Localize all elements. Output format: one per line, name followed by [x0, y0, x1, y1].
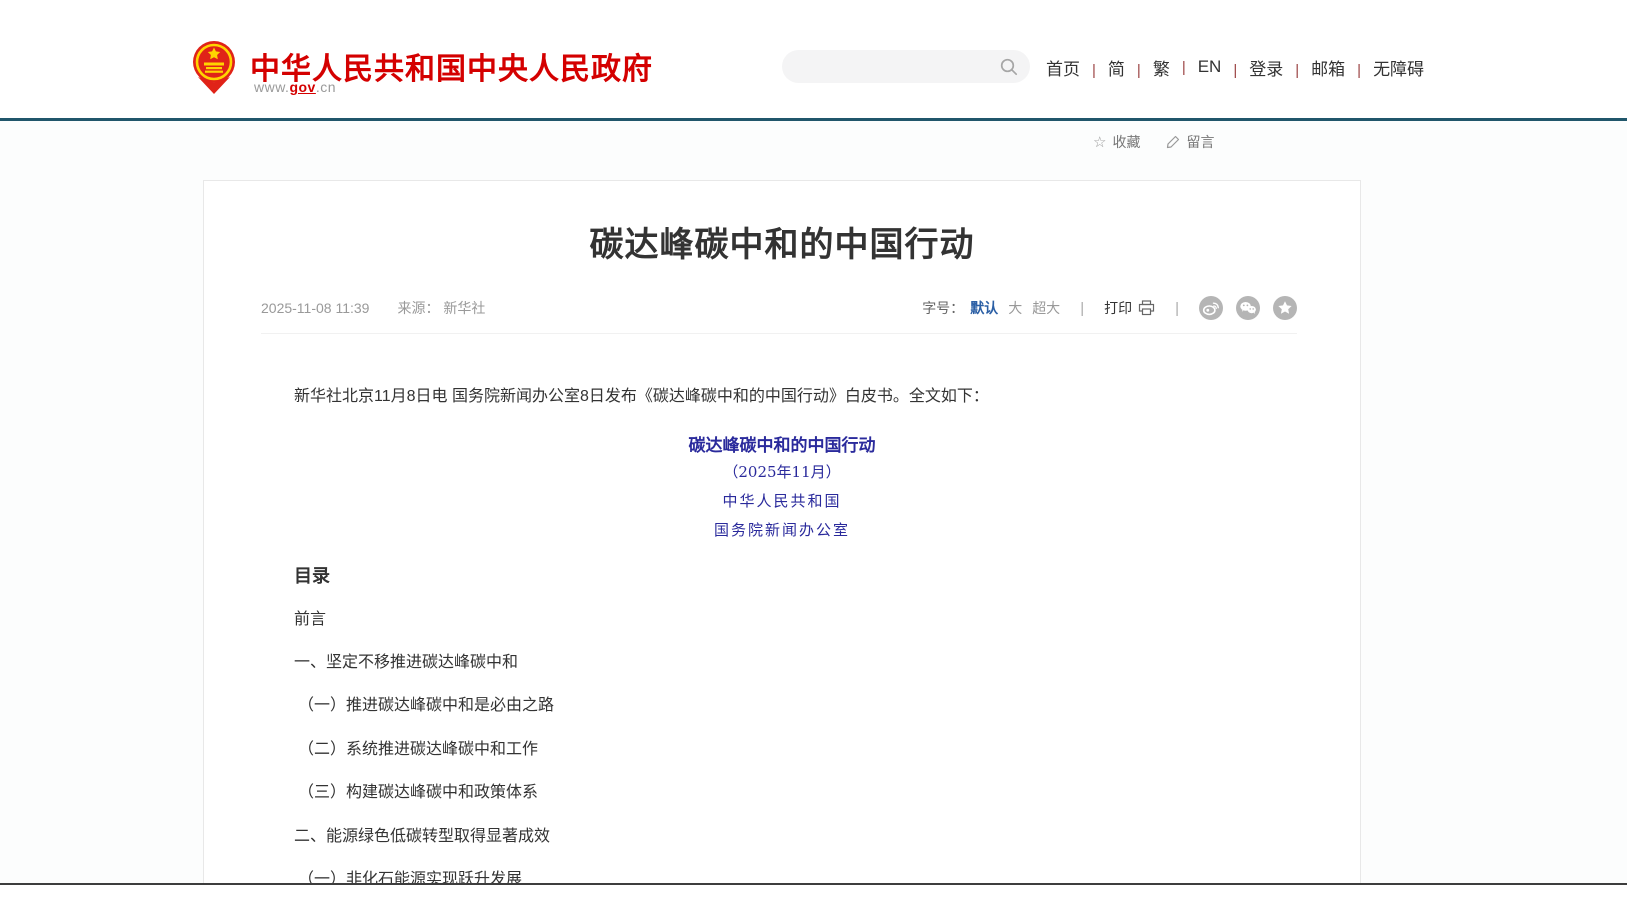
toc-item: 前言 [294, 605, 326, 629]
comment-button[interactable]: 留言 [1166, 132, 1214, 152]
share-buttons [1199, 296, 1297, 320]
nav-traditional[interactable]: 繁 [1125, 55, 1170, 80]
nav-login[interactable]: 登录 [1221, 55, 1283, 80]
source-label: 来源： [397, 300, 439, 316]
font-size-xlarge-button[interactable]: 超大 [1032, 298, 1060, 318]
wechat-share-icon[interactable] [1236, 296, 1260, 320]
toc-item: 一、坚定不移推进碳达峰碳中和 [294, 648, 518, 672]
document-date: （2025年11月） [204, 461, 1360, 482]
toc-item: （三）构建碳达峰碳中和政策体系 [294, 778, 538, 802]
site-header: 中华人民共和国中央人民政府 www.gov.cn 首页 简 繁 EN 登录 邮箱… [0, 0, 1627, 118]
toc-item: （二）系统推进碳达峰碳中和工作 [294, 735, 538, 759]
source: 来源： 新华社 [397, 298, 485, 318]
qzone-star-share-icon[interactable] [1273, 296, 1297, 320]
font-size-label: 字号： [922, 298, 964, 318]
document-org-line1: 中华人民共和国 [204, 490, 1360, 511]
star-outline-icon: ☆ [1093, 135, 1106, 150]
lead-paragraph: 新华社北京11月8日电 国务院新闻办公室8日发布《碳达峰碳中和的中国行动》白皮书… [294, 385, 1270, 409]
site-url-gov: gov [289, 79, 315, 95]
article-meta-right: 字号： 默认 大 超大 | 打印 | [922, 296, 1297, 320]
article-meta-left: 2025-11-08 11:39 来源： 新华社 [261, 298, 485, 318]
font-size-large-button[interactable]: 大 [1008, 298, 1022, 318]
printer-icon [1138, 300, 1155, 316]
search-box[interactable] [782, 50, 1030, 83]
print-button[interactable]: 打印 [1104, 298, 1155, 318]
meta-separator: | [1080, 300, 1084, 317]
font-size-default-button[interactable]: 默认 [970, 298, 998, 318]
nav-mailbox[interactable]: 邮箱 [1283, 55, 1345, 80]
search-input[interactable] [798, 59, 1000, 75]
page: 中华人民共和国中央人民政府 www.gov.cn 首页 简 繁 EN 登录 邮箱… [0, 0, 1627, 915]
nav-home[interactable]: 首页 [1046, 55, 1080, 80]
article-card: 碳达峰碳中和的中国行动 2025-11-08 11:39 来源： 新华社 字号：… [203, 180, 1361, 884]
publish-date: 2025-11-08 11:39 [261, 300, 369, 316]
nav-english[interactable]: EN [1170, 57, 1222, 77]
below-viewport-area [0, 885, 1627, 915]
pencil-icon [1166, 135, 1180, 149]
meta-separator: | [1175, 300, 1179, 317]
page-actions: ☆ 收藏 留言 [1093, 132, 1214, 152]
meta-divider-line [261, 333, 1297, 334]
nav-accessibility[interactable]: 无障碍 [1345, 55, 1424, 80]
site-url: www.gov.cn [254, 79, 336, 95]
toc-item: 二、能源绿色低碳转型取得显著成效 [294, 822, 550, 846]
document-org-line2: 国务院新闻办公室 [204, 519, 1360, 540]
weibo-share-icon[interactable] [1199, 296, 1223, 320]
favorite-label: 收藏 [1112, 132, 1140, 152]
national-emblem-logo [191, 40, 237, 94]
toc-item: （一）推进碳达峰碳中和是必由之路 [294, 691, 554, 715]
article-meta-bar: 2025-11-08 11:39 来源： 新华社 字号： 默认 大 超大 | 打… [261, 296, 1297, 320]
nav-simplified[interactable]: 简 [1080, 55, 1125, 80]
comment-label: 留言 [1186, 132, 1214, 152]
top-nav: 首页 简 繁 EN 登录 邮箱 无障碍 [1046, 55, 1424, 79]
site-url-cn: .cn [316, 79, 336, 95]
source-value: 新华社 [443, 300, 485, 316]
site-url-www: www. [254, 79, 289, 95]
document-title: 碳达峰碳中和的中国行动 [204, 431, 1360, 456]
search-icon[interactable] [1000, 58, 1018, 76]
toc-heading: 目录 [294, 562, 330, 588]
article-title: 碳达峰碳中和的中国行动 [204, 217, 1360, 266]
print-label: 打印 [1104, 298, 1132, 318]
favorite-button[interactable]: ☆ 收藏 [1093, 132, 1140, 152]
